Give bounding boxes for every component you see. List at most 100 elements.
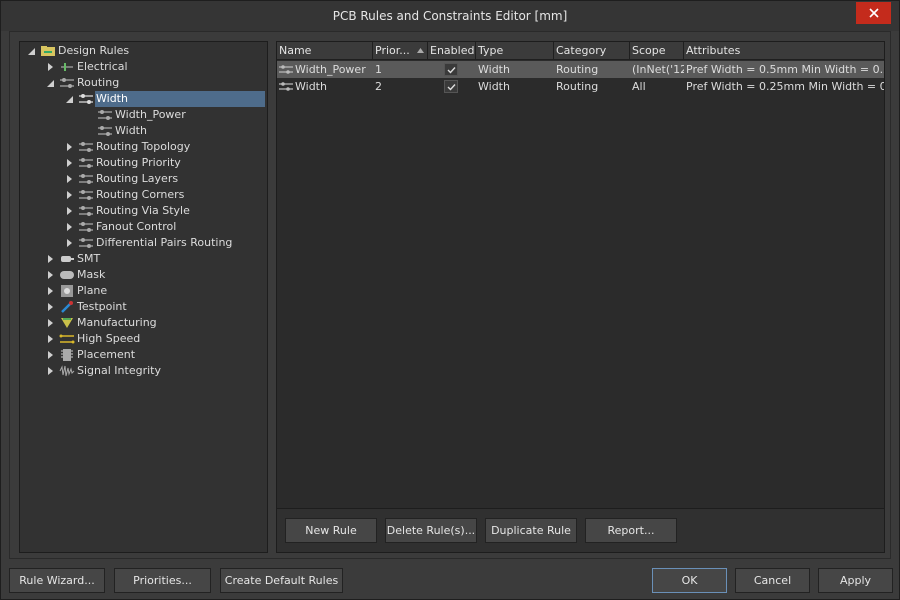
- column-header-category[interactable]: Category: [554, 42, 630, 60]
- tree-item-width-power[interactable]: Width_Power: [20, 107, 267, 123]
- cell-type[interactable]: Width: [476, 78, 554, 95]
- tree-item-label: Testpoint: [77, 300, 127, 313]
- ok-button[interactable]: OK: [652, 568, 727, 593]
- rule-icon: [279, 65, 293, 74]
- expand-arrow-icon[interactable]: [45, 59, 55, 75]
- tree-item-manufacturing[interactable]: Manufacturing: [20, 315, 267, 331]
- expand-arrow-icon[interactable]: [45, 283, 55, 299]
- table-row[interactable]: Width 2 Width Routing All Pref Width = 0…: [277, 78, 884, 95]
- tree-item-label: Design Rules: [58, 44, 130, 57]
- column-header-type[interactable]: Type: [476, 42, 554, 60]
- expand-arrow-icon[interactable]: [64, 235, 74, 251]
- checkmark-icon: [447, 83, 456, 91]
- tree-item-testpoint[interactable]: Testpoint: [20, 299, 267, 315]
- tree-item-routing-layers[interactable]: Routing Layers: [20, 171, 267, 187]
- rules-tree[interactable]: Design Rules Electrical Routing Width Width_…: [19, 41, 268, 553]
- tree-item-label: Width: [96, 92, 128, 105]
- column-header-priority[interactable]: Prior...: [373, 42, 428, 60]
- cancel-button[interactable]: Cancel: [735, 568, 810, 593]
- tree-item-label: Differential Pairs Routing: [96, 236, 233, 249]
- tree-item-plane[interactable]: Plane: [20, 283, 267, 299]
- high-speed-icon: [59, 333, 75, 345]
- expand-arrow-icon[interactable]: [64, 203, 74, 219]
- column-header-scope[interactable]: Scope: [630, 42, 684, 60]
- collapse-arrow-icon[interactable]: [64, 91, 74, 107]
- expand-arrow-icon[interactable]: [45, 267, 55, 283]
- tree-item-placement[interactable]: Placement: [20, 347, 267, 363]
- testpoint-icon: [59, 301, 75, 313]
- expand-arrow-icon[interactable]: [64, 219, 74, 235]
- cell-attributes[interactable]: Pref Width = 0.25mm Min Width = 0.2: [684, 78, 884, 95]
- duplicate-rule-button[interactable]: Duplicate Rule: [485, 518, 577, 543]
- tree-item-high-speed[interactable]: High Speed: [20, 331, 267, 347]
- rule-icon: [78, 189, 94, 201]
- tree-item-routing-topology[interactable]: Routing Topology: [20, 139, 267, 155]
- table-row[interactable]: Width_Power 1 Width Routing (InNet('12V'…: [277, 61, 884, 78]
- new-rule-button[interactable]: New Rule: [285, 518, 377, 543]
- rule-icon: [97, 125, 113, 137]
- tree-item-label: SMT: [77, 252, 101, 265]
- report-button[interactable]: Report...: [585, 518, 677, 543]
- cell-category[interactable]: Routing: [554, 61, 630, 78]
- expand-arrow-icon[interactable]: [64, 155, 74, 171]
- priorities-button[interactable]: Priorities...: [114, 568, 211, 593]
- width-icon: [78, 93, 94, 105]
- tree-item-smt[interactable]: SMT: [20, 251, 267, 267]
- close-button[interactable]: [856, 2, 891, 24]
- rules-editor-window: PCB Rules and Constraints Editor [mm] De…: [0, 0, 900, 600]
- rules-grid: Name Prior... Enabled Type Category Scop…: [277, 42, 884, 509]
- tree-item-mask[interactable]: Mask: [20, 267, 267, 283]
- cell-scope[interactable]: All: [630, 78, 684, 95]
- create-default-rules-button[interactable]: Create Default Rules: [220, 568, 343, 593]
- cell-priority[interactable]: 1: [373, 61, 428, 78]
- collapse-arrow-icon[interactable]: [45, 75, 55, 91]
- tree-item-electrical[interactable]: Electrical: [20, 59, 267, 75]
- tree-item-fanout-control[interactable]: Fanout Control: [20, 219, 267, 235]
- window-title: PCB Rules and Constraints Editor [mm]: [332, 9, 568, 23]
- cell-name[interactable]: Width_Power: [293, 61, 373, 78]
- column-header-enabled[interactable]: Enabled: [428, 42, 476, 60]
- tree-item-width[interactable]: Width: [20, 91, 267, 107]
- tree-item-signal-integrity[interactable]: Signal Integrity: [20, 363, 267, 379]
- tree-item-width[interactable]: Width: [20, 123, 267, 139]
- rule-icon: [97, 109, 113, 121]
- rule-icon: [78, 173, 94, 185]
- tree-item-label: Width_Power: [115, 108, 186, 121]
- close-icon: [868, 8, 879, 18]
- checkmark-icon: [447, 66, 456, 74]
- cell-attributes[interactable]: Pref Width = 0.5mm Min Width = 0.2: [684, 61, 884, 78]
- expand-arrow-icon[interactable]: [45, 251, 55, 267]
- column-header-attributes[interactable]: Attributes: [684, 42, 884, 60]
- tree-item-label: Electrical: [77, 60, 128, 73]
- tree-item-routing-via-style[interactable]: Routing Via Style: [20, 203, 267, 219]
- tree-item-routing-corners[interactable]: Routing Corners: [20, 187, 267, 203]
- cell-category[interactable]: Routing: [554, 78, 630, 95]
- tree-item-design-rules[interactable]: Design Rules: [20, 43, 267, 59]
- rule-wizard-button[interactable]: Rule Wizard...: [9, 568, 105, 593]
- expand-arrow-icon[interactable]: [64, 139, 74, 155]
- expand-arrow-icon[interactable]: [45, 363, 55, 379]
- tree-item-routing[interactable]: Routing: [20, 75, 267, 91]
- tree-item-label: Width: [115, 124, 147, 137]
- cell-scope[interactable]: (InNet('12V': [630, 61, 684, 78]
- delete-rules-button[interactable]: Delete Rule(s)...: [385, 518, 477, 543]
- cell-name[interactable]: Width: [293, 78, 373, 95]
- apply-button[interactable]: Apply: [818, 568, 893, 593]
- rule-icon: [78, 141, 94, 153]
- tree-item-routing-priority[interactable]: Routing Priority: [20, 155, 267, 171]
- enabled-checkbox[interactable]: [444, 63, 458, 76]
- column-header-priority-label: Prior...: [375, 44, 410, 57]
- expand-arrow-icon[interactable]: [45, 347, 55, 363]
- expand-arrow-icon[interactable]: [64, 171, 74, 187]
- manufacturing-icon: [59, 317, 75, 329]
- enabled-checkbox[interactable]: [444, 80, 458, 93]
- expand-arrow-icon[interactable]: [45, 331, 55, 347]
- cell-type[interactable]: Width: [476, 61, 554, 78]
- expand-arrow-icon[interactable]: [45, 299, 55, 315]
- cell-priority[interactable]: 2: [373, 78, 428, 95]
- expand-arrow-icon[interactable]: [45, 315, 55, 331]
- column-header-name[interactable]: Name: [277, 42, 373, 60]
- expand-arrow-icon[interactable]: [64, 187, 74, 203]
- tree-item-differential-pairs-routing[interactable]: Differential Pairs Routing: [20, 235, 267, 251]
- collapse-arrow-icon[interactable]: [26, 43, 36, 59]
